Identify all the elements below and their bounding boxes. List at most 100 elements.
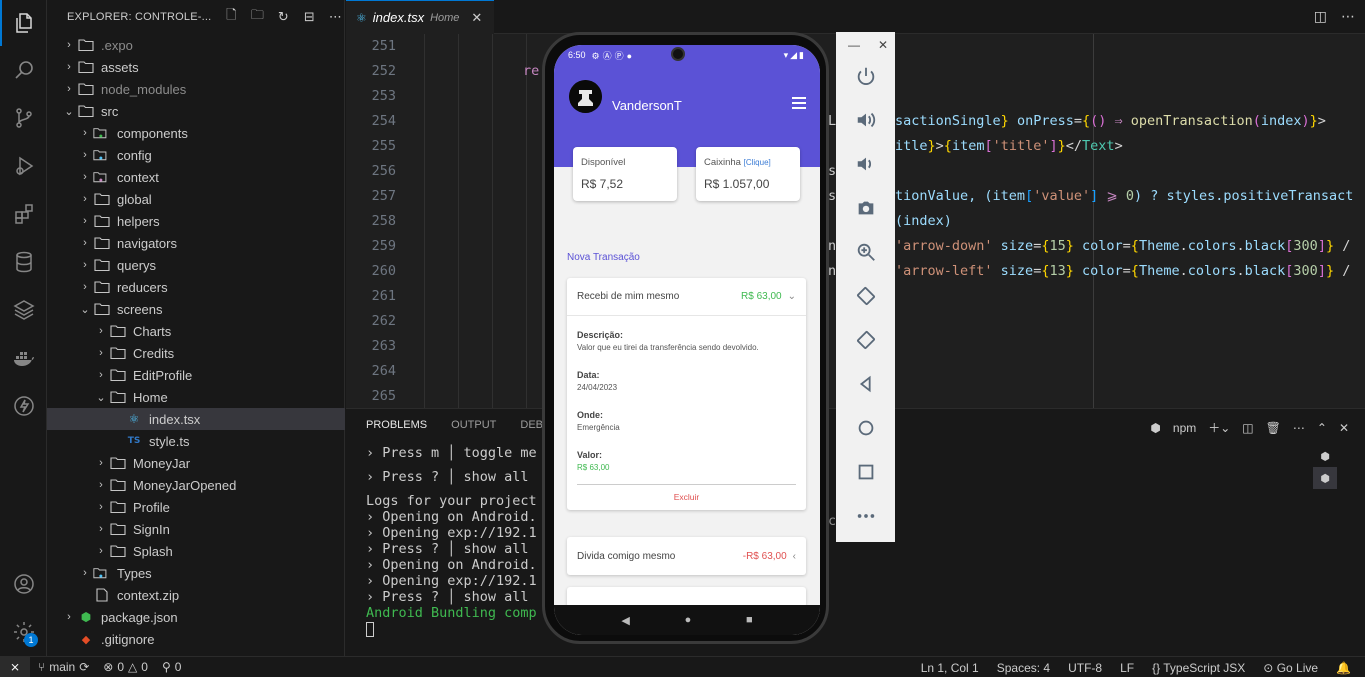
volume-up-icon[interactable] [836,104,895,136]
account-icon[interactable] [0,561,47,607]
transaction-card-partial[interactable] [567,587,806,607]
end-of-line[interactable]: LF [1120,661,1134,675]
collapse-all-icon[interactable]: ⊟ [301,9,317,25]
power-icon[interactable] [836,60,895,92]
database-icon[interactable] [0,239,47,285]
terminal-instance-1[interactable]: ⬢ [1313,445,1337,467]
tree-item[interactable]: › global [47,188,345,210]
terminal-instance-2[interactable]: ⬢ [1313,467,1337,489]
tree-item[interactable]: › helpers [47,210,345,232]
editor-more-icon[interactable]: ⋯ [1341,8,1355,25]
tab-problems[interactable]: PROBLEMS [366,419,427,431]
encoding[interactable]: UTF-8 [1068,661,1102,675]
tree-item[interactable]: › ● config [47,144,345,166]
settings-gear-icon[interactable]: 1 [0,609,47,655]
tree-item[interactable]: context.zip [47,584,345,606]
volume-down-icon[interactable] [836,148,895,180]
ports-indicator[interactable]: ⚲ 0 [162,660,181,674]
tab-index-tsx[interactable]: ⚛ index.tsx Home ✕ [346,0,494,34]
problems-indicator[interactable]: ⊗ 0 △ 0 [103,660,148,674]
lightning-icon[interactable] [0,383,47,429]
remote-icon[interactable]: ⨯ [0,656,30,677]
rotate-left-icon[interactable] [836,280,895,312]
tree-item[interactable]: › reducers [47,276,345,298]
tree-item[interactable]: › SignIn [47,518,345,540]
transaction-card[interactable]: Divida comigo mesmo -R$ 63,00 ‹ [567,537,806,575]
tree-item[interactable]: › ● Types [47,562,345,584]
docker-icon[interactable] [0,335,47,381]
more-icon[interactable]: ⋯ [327,9,343,25]
tree-item[interactable]: › MoneyJar [47,452,345,474]
nav-recents-icon[interactable]: ■ [746,614,753,626]
tree-item[interactable]: › .expo [47,34,345,56]
nova-transacao-link[interactable]: Nova Transação [567,252,640,263]
more-options-icon[interactable] [836,500,895,532]
overview-icon[interactable] [836,456,895,488]
warning-count: 0 [141,660,148,674]
tree-item[interactable]: › assets [47,56,345,78]
caixinha-card[interactable]: Caixinha [Clique] R$ 1.057,00 [696,147,800,201]
tree-item[interactable]: ⌄ Home [47,386,345,408]
maximize-panel-icon[interactable]: ⌃ [1317,421,1327,435]
folder-icon [109,477,127,493]
tree-item[interactable]: › ● components [47,122,345,144]
indentation[interactable]: Spaces: 4 [997,661,1050,675]
branch-indicator[interactable]: ⑂ main ⟳ [38,660,89,674]
zoom-icon[interactable] [836,236,895,268]
transaction-header[interactable]: Recebi de mim mesmo R$ 63,00 ⌄ [567,278,806,316]
phone-screen[interactable]: 6:50 ⚙ⒶⓅ● ▾◢▮ VandersonT Disponível R$ 7… [554,45,820,635]
search-icon[interactable] [0,47,47,93]
tree-item[interactable]: › MoneyJarOpened [47,474,345,496]
tab-output[interactable]: OUTPUT [451,419,496,431]
close-icon[interactable]: ✕ [878,38,888,52]
nav-home-icon[interactable]: ● [685,614,692,626]
extensions-icon[interactable] [0,191,47,237]
tree-item[interactable]: › querys [47,254,345,276]
home-icon[interactable] [836,412,895,444]
tree-item[interactable]: ⌄ screens [47,298,345,320]
panel-more-icon[interactable]: ⋯ [1293,421,1305,435]
layers-icon[interactable] [0,287,47,333]
language-mode[interactable]: {} TypeScript JSX [1152,661,1245,675]
kill-terminal-icon[interactable]: 🗑 [1266,421,1281,435]
tree-item[interactable]: › Splash [47,540,345,562]
camera-icon[interactable] [836,192,895,224]
new-terminal-icon[interactable]: ＋⌄ [1208,419,1230,436]
split-editor-icon[interactable]: ◫ [1314,8,1327,25]
rotate-right-icon[interactable] [836,324,895,356]
terminal-output[interactable]: › Press m │ toggle me › Press ? │ show al… [366,445,537,637]
source-control-icon[interactable] [0,95,47,141]
tree-item[interactable]: ⚛ index.tsx [47,408,345,430]
new-folder-icon[interactable]: 🗀 [249,7,265,25]
braces-icon: {} [1152,660,1164,675]
tree-item[interactable]: › ● context [47,166,345,188]
hamburger-menu-icon[interactable] [792,97,806,112]
terminal-shell-label[interactable]: npm [1173,421,1196,435]
tree-item[interactable]: ◆ .gitignore [47,628,345,650]
tree-item[interactable]: › navigators [47,232,345,254]
avatar[interactable] [569,80,602,113]
tree-item[interactable]: › Profile [47,496,345,518]
tree-item[interactable]: ⌄ src [47,100,345,122]
tree-item[interactable]: › node_modules [47,78,345,100]
new-file-icon[interactable]: 🗋 [223,7,239,25]
excluir-button[interactable]: Excluir [577,484,796,502]
tab-close-icon[interactable]: ✕ [471,10,482,26]
tree-item[interactable]: › Credits [47,342,345,364]
explorer-icon[interactable] [0,0,47,46]
tree-item[interactable]: › EditProfile [47,364,345,386]
tree-item[interactable]: › Charts [47,320,345,342]
go-live-button[interactable]: ⊙ Go Live [1263,661,1318,675]
caixinha-clique-link[interactable]: [Clique] [744,158,771,167]
cursor-position[interactable]: Ln 1, Col 1 [921,661,979,675]
split-terminal-icon[interactable]: ◫ [1242,421,1253,435]
back-icon[interactable] [836,368,895,400]
tree-item[interactable]: › ⬢ package.json [47,606,345,628]
tree-item[interactable]: TS style.ts [47,430,345,452]
run-debug-icon[interactable] [0,143,47,189]
notifications-icon[interactable]: 🔔 [1336,661,1351,675]
refresh-icon[interactable]: ↻ [275,9,291,25]
close-panel-icon[interactable]: ✕ [1339,421,1349,435]
nav-back-icon[interactable]: ◀ [621,614,629,627]
minimize-icon[interactable]: — [848,38,860,52]
